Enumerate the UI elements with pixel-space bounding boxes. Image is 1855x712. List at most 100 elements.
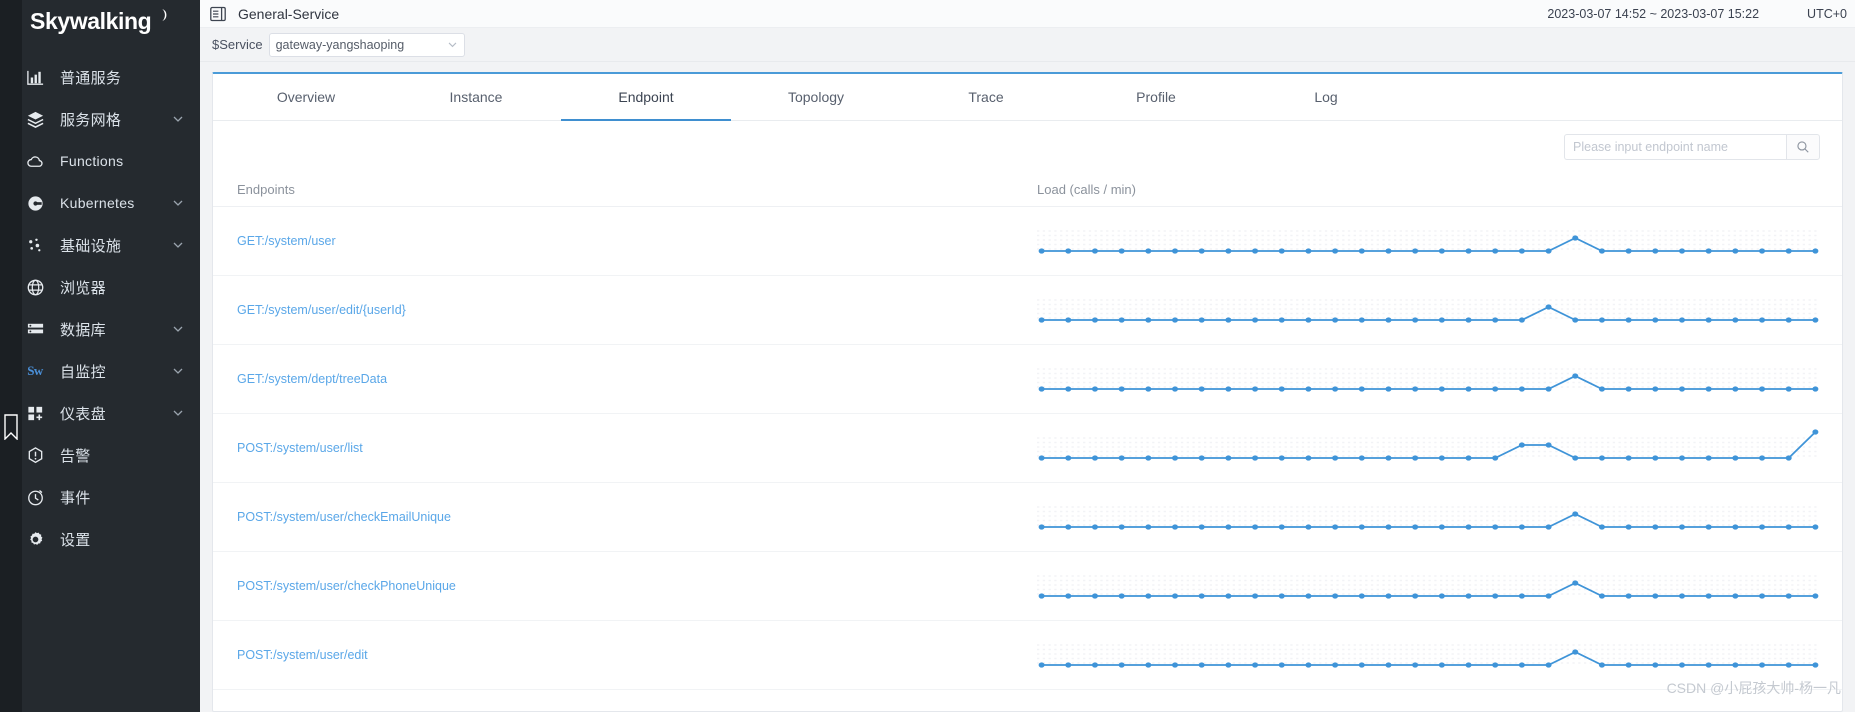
sidebar-item-label: 浏览器 bbox=[60, 279, 106, 297]
table-row[interactable]: GET:/system/user/edit/{userId} bbox=[213, 276, 1842, 345]
tab-trace[interactable]: Trace bbox=[901, 74, 1071, 120]
load-sparkline bbox=[1037, 368, 1820, 392]
table-row[interactable]: POST:/system/user/edit bbox=[213, 621, 1842, 690]
load-sparkline bbox=[1037, 429, 1820, 461]
layers-icon bbox=[24, 108, 46, 130]
app-root: Skywalking 普通服务 服务网格 Functions Kubernete… bbox=[0, 0, 1855, 712]
sidebar-item-label: 数据库 bbox=[60, 321, 106, 339]
search-icon bbox=[1797, 141, 1809, 153]
endpoint-name-cell: POST:/system/user/checkEmailUnique bbox=[237, 508, 1037, 526]
time-range-label[interactable]: 2023-03-07 14:52 ~ 2023-03-07 15:22 bbox=[1547, 7, 1759, 21]
load-sparkline-cell bbox=[1037, 217, 1820, 265]
service-select[interactable]: gateway-yangshaoping bbox=[268, 32, 465, 57]
chevron-down-icon[interactable] bbox=[172, 323, 184, 335]
endpoint-link[interactable]: POST:/system/user/edit bbox=[237, 648, 368, 662]
sidebar-item-alarm[interactable]: 告警 bbox=[0, 434, 200, 476]
chevron-down-icon bbox=[448, 42, 456, 48]
endpoint-link[interactable]: GET:/system/user bbox=[237, 234, 336, 248]
tab-endpoint[interactable]: Endpoint bbox=[561, 74, 731, 121]
sidebar-item-dashboard[interactable]: 仪表盘 bbox=[0, 392, 200, 434]
sidebar-item-label: 自监控 bbox=[60, 363, 106, 381]
chevron-down-icon[interactable] bbox=[172, 113, 184, 125]
table-row[interactable]: GET:/system/user bbox=[213, 207, 1842, 276]
table-row[interactable]: POST:/system/user/list bbox=[213, 414, 1842, 483]
sidebar-item-service-mesh[interactable]: 服务网格 bbox=[0, 98, 200, 140]
sidebar-item-functions[interactable]: Functions bbox=[0, 140, 200, 182]
sidebar-item-label: Kubernetes bbox=[60, 195, 135, 211]
tab-log[interactable]: Log bbox=[1241, 74, 1411, 120]
dashboard-add-icon bbox=[24, 402, 46, 424]
endpoint-link[interactable]: POST:/system/user/checkPhoneUnique bbox=[237, 579, 456, 593]
sidebar-item-label: 基础设施 bbox=[60, 237, 122, 255]
tab-topology[interactable]: Topology bbox=[731, 74, 901, 120]
load-sparkline-cell bbox=[1037, 562, 1820, 610]
app-logo[interactable]: Skywalking bbox=[0, 0, 200, 42]
endpoint-name-cell: POST:/system/user/list bbox=[237, 439, 1037, 457]
sidebar-item-label: 告警 bbox=[60, 447, 91, 465]
column-header-load: Load (calls / min) bbox=[1037, 182, 1136, 197]
load-sparkline bbox=[1037, 230, 1820, 254]
tab-label: Endpoint bbox=[618, 89, 674, 105]
load-sparkline-cell bbox=[1037, 631, 1820, 679]
tab-label: Log bbox=[1314, 89, 1338, 105]
tab-profile[interactable]: Profile bbox=[1071, 74, 1241, 120]
endpoint-name-cell: GET:/system/user/edit/{userId} bbox=[237, 301, 1037, 319]
gear-icon bbox=[24, 528, 46, 550]
cloud-icon bbox=[24, 150, 46, 172]
main-area: General-Service 2023-03-07 14:52 ~ 2023-… bbox=[200, 0, 1855, 712]
endpoint-link[interactable]: GET:/system/dept/treeData bbox=[237, 372, 387, 386]
endpoint-link[interactable]: POST:/system/user/list bbox=[237, 441, 363, 455]
chevron-down-icon[interactable] bbox=[172, 239, 184, 251]
sidebar-item-event[interactable]: 事件 bbox=[0, 476, 200, 518]
sw-logo-icon: Sw bbox=[27, 363, 43, 378]
chevron-down-icon[interactable] bbox=[172, 407, 184, 419]
endpoint-link[interactable]: GET:/system/user/edit/{userId} bbox=[237, 303, 406, 317]
panel-collapse-icon[interactable] bbox=[210, 6, 226, 22]
endpoint-search-input[interactable] bbox=[1564, 134, 1786, 160]
tab-label: Trace bbox=[968, 89, 1004, 105]
tab-overview[interactable]: Overview bbox=[221, 74, 391, 120]
kubernetes-icon bbox=[24, 192, 46, 214]
endpoint-name-cell: GET:/system/dept/treeData bbox=[237, 370, 1037, 388]
database-icon bbox=[24, 318, 46, 340]
sidebar-item-kubernetes[interactable]: Kubernetes bbox=[0, 182, 200, 224]
chevron-down-icon[interactable] bbox=[172, 197, 184, 209]
load-sparkline bbox=[1037, 644, 1820, 668]
sidebar-item-self-monitoring[interactable]: Sw 自监控 bbox=[0, 350, 200, 392]
tab-label: Topology bbox=[787, 89, 845, 105]
logo-text: Skywalking bbox=[30, 7, 152, 34]
table-header: Endpoints Load (calls / min) bbox=[213, 173, 1842, 207]
event-clock-icon bbox=[24, 486, 46, 508]
table-row[interactable]: POST:/system/user/checkEmailUnique bbox=[213, 483, 1842, 552]
service-select-value: gateway-yangshaoping bbox=[275, 37, 405, 52]
load-sparkline bbox=[1037, 506, 1820, 530]
sidebar-item-general-service[interactable]: 普通服务 bbox=[0, 56, 200, 98]
toolbar-row bbox=[213, 121, 1842, 173]
topbar: General-Service 2023-03-07 14:52 ~ 2023-… bbox=[200, 0, 1855, 28]
globe-icon bbox=[24, 276, 46, 298]
tab-label: Overview bbox=[276, 89, 336, 105]
sidebar-item-label: 设置 bbox=[60, 531, 91, 549]
sidebar-item-settings[interactable]: 设置 bbox=[0, 518, 200, 560]
tab-instance[interactable]: Instance bbox=[391, 74, 561, 120]
table-row[interactable]: GET:/system/dept/treeData bbox=[213, 345, 1842, 414]
service-filter-label: $Service bbox=[212, 37, 263, 52]
sidebar-item-database[interactable]: 数据库 bbox=[0, 308, 200, 350]
nodes-icon bbox=[24, 234, 46, 256]
search-button[interactable] bbox=[1786, 134, 1820, 160]
timezone-label: UTC+0 bbox=[1807, 6, 1847, 21]
sidebar-item-label: 普通服务 bbox=[60, 69, 122, 87]
filter-bar: $Service gateway-yangshaoping bbox=[200, 28, 1855, 62]
endpoint-name-cell: POST:/system/user/checkPhoneUnique bbox=[237, 577, 1037, 595]
load-sparkline-cell bbox=[1037, 493, 1820, 541]
sidebar-item-label: 服务网格 bbox=[60, 111, 122, 129]
chevron-down-icon[interactable] bbox=[172, 365, 184, 377]
sidebar-item-browser[interactable]: 浏览器 bbox=[0, 266, 200, 308]
load-sparkline-cell bbox=[1037, 424, 1820, 472]
sidebar-item-infrastructure[interactable]: 基础设施 bbox=[0, 224, 200, 266]
tab-label: Profile bbox=[1136, 89, 1176, 105]
endpoint-link[interactable]: POST:/system/user/checkEmailUnique bbox=[237, 510, 451, 524]
table-row[interactable]: POST:/system/user/checkPhoneUnique bbox=[213, 552, 1842, 621]
load-sparkline-cell bbox=[1037, 286, 1820, 334]
endpoint-search-group bbox=[1564, 134, 1820, 160]
